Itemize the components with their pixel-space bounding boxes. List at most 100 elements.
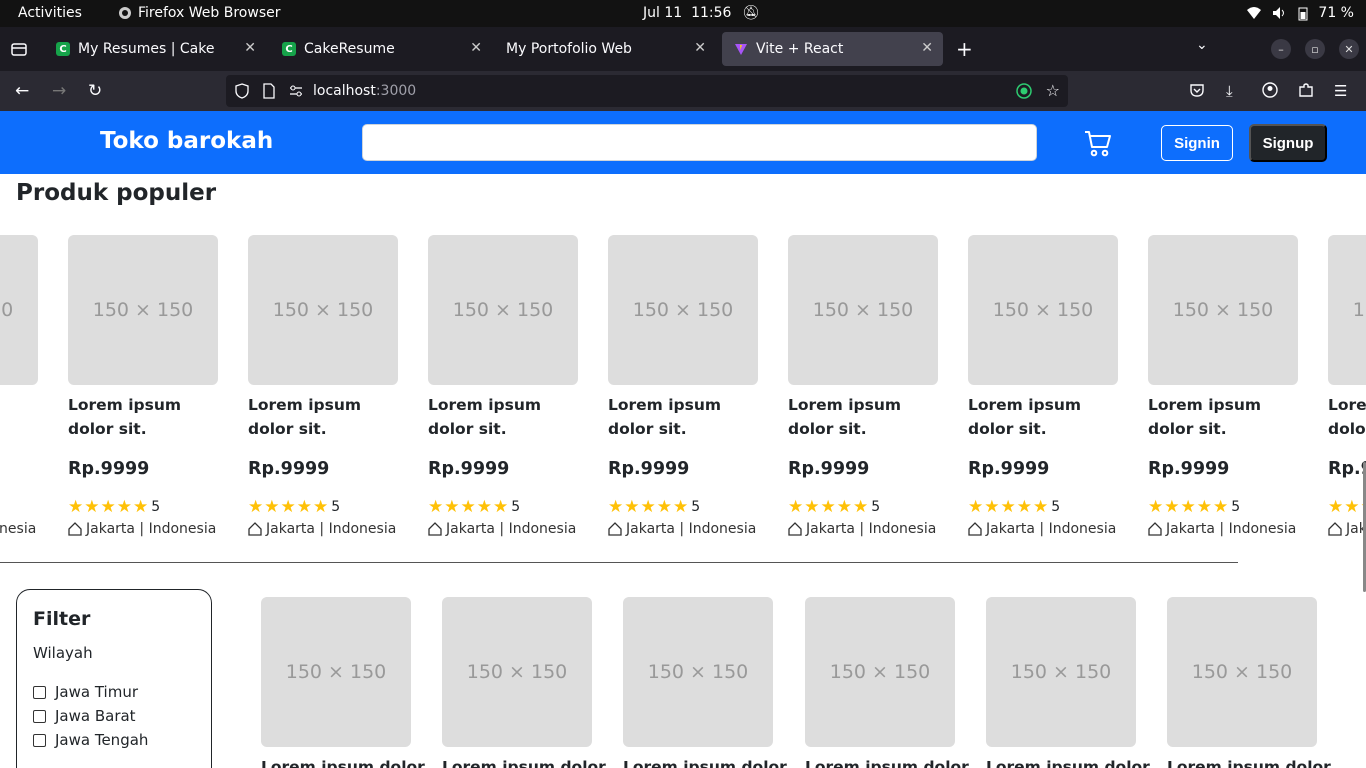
system-tray[interactable]: 71 % <box>1246 5 1354 21</box>
product-image-placeholder[interactable]: 150 × 150 <box>428 235 578 385</box>
product-name[interactable]: Lorem ipsum dolor <box>986 755 1150 768</box>
tab-portofolio[interactable]: My Portofolio Web ✕ <box>494 32 716 66</box>
product-name[interactable]: Lorem ipsum dolor sit. <box>968 393 1118 441</box>
checkbox[interactable] <box>33 733 46 747</box>
shopping-cart-icon[interactable] <box>1083 128 1113 158</box>
signup-button[interactable]: Signup <box>1249 124 1327 162</box>
filter-option-jawa-tengah[interactable]: Jawa Tengah <box>33 728 195 752</box>
product-name[interactable]: Lorem ipsum dolor <box>442 755 606 768</box>
product-image-placeholder[interactable]: 150 × 150 <box>0 235 38 385</box>
rating-stars-icon: ★★★★★ <box>248 497 330 517</box>
reload-icon[interactable]: ↻ <box>88 81 102 101</box>
close-tab-icon[interactable]: ✕ <box>694 40 706 56</box>
new-tab-button[interactable]: + <box>956 37 973 61</box>
product-card[interactable]: 150 × 150 Lorem ipsum dolor sit. Rp.9999 ★★… <box>428 235 578 537</box>
close-tab-icon[interactable]: ✕ <box>470 40 482 56</box>
product-card[interactable]: 150 × 150 Lorem ipsum dolor <box>442 597 606 768</box>
back-arrow-icon[interactable]: ← <box>15 81 29 101</box>
product-name[interactable]: Lorem ipsum dolor <box>261 755 425 768</box>
product-name[interactable]: Lorem ipsum dolor <box>1167 755 1331 768</box>
product-card[interactable]: 150 × 150 Lorem ipsum dolor sit. Rp.9999 ★★… <box>248 235 398 537</box>
filter-panel: Filter Wilayah Jawa Timur Jawa Barat Jaw… <box>16 589 212 768</box>
product-card[interactable]: 150 × 150 Lorem ipsum dolor sit. Rp.9999 ★★… <box>68 235 218 537</box>
product-rating: ★★★★★5 <box>68 497 161 517</box>
minimize-button[interactable]: – <box>1271 39 1291 59</box>
product-name[interactable]: Lorem ipsum dolor sit. <box>788 393 938 441</box>
list-all-tabs-chevron-icon[interactable]: ⌄ <box>1196 37 1208 53</box>
forward-arrow-icon[interactable]: → <box>52 81 66 101</box>
close-tab-icon[interactable]: ✕ <box>921 40 933 56</box>
product-card[interactable]: 150 × 150 Lorem ipsum dolor sit. Rp.9999 ★★… <box>1148 235 1298 537</box>
product-image-placeholder[interactable]: 150 × 150 <box>248 235 398 385</box>
divider <box>0 562 1238 563</box>
product-card[interactable]: 150 × 150 Lorem ipsum dolor <box>805 597 969 768</box>
restore-button[interactable]: ▫ <box>1305 39 1325 59</box>
page-icon[interactable] <box>262 83 276 99</box>
product-image-placeholder[interactable]: 150 × 150 <box>968 235 1118 385</box>
product-name[interactable]: Lorem ipsum dolor sit. <box>1148 393 1298 441</box>
product-name[interactable]: Lorem ipsum dolor sit. <box>0 393 38 441</box>
checkbox[interactable] <box>33 709 46 723</box>
pocket-icon[interactable] <box>1189 82 1205 98</box>
filter-option-jawa-timur[interactable]: Jawa Timur <box>33 680 195 704</box>
url-bar[interactable]: localhost:3000 ☆ <box>226 75 1068 107</box>
product-rating: ★★★★★5 <box>968 497 1061 517</box>
activities-button[interactable]: Activities <box>18 5 82 21</box>
product-image-placeholder[interactable]: 150 × 150 <box>608 235 758 385</box>
tab-my-resumes[interactable]: C My Resumes | Cake ✕ <box>44 32 266 66</box>
product-image-placeholder[interactable]: 150 × 150 <box>1328 235 1366 385</box>
location-home-icon <box>968 522 982 536</box>
product-price: Rp.9999 <box>788 459 870 479</box>
product-image-placeholder[interactable]: 150 × 150 <box>261 597 411 747</box>
bookmark-star-icon[interactable]: ☆ <box>1046 81 1060 100</box>
popular-products-carousel[interactable]: 150 × 150 Lorem ipsum dolor sit. Rp.9999 ★★… <box>0 235 1366 555</box>
product-name[interactable]: Lorem ipsum dolor <box>623 755 787 768</box>
rating-stars-icon: ★★★★★ <box>68 497 150 517</box>
clock[interactable]: Jul 11 11:56 <box>643 5 731 21</box>
product-card[interactable]: 150 × 150 Lorem ipsum dolor sit. Rp.9999 ★★… <box>968 235 1118 537</box>
product-card[interactable]: 150 × 150 Lorem ipsum dolor sit. Rp.9999 ★★… <box>0 235 38 537</box>
tab-cakeresume[interactable]: C CakeResume ✕ <box>270 32 492 66</box>
product-card[interactable]: 150 × 150 Lorem ipsum dolor sit. Rp.9999 ★★… <box>608 235 758 537</box>
product-card[interactable]: 150 × 150 Lorem ipsum dolor sit. Rp.9999 ★★… <box>788 235 938 537</box>
product-card[interactable]: 150 × 150 Lorem ipsum dolor <box>1167 597 1331 768</box>
product-image-placeholder[interactable]: 150 × 150 <box>788 235 938 385</box>
product-location: Jakarta | Indonesia <box>968 521 1118 537</box>
product-price: Rp.9999 <box>68 459 150 479</box>
firefox-view-icon[interactable] <box>10 40 28 58</box>
account-icon[interactable] <box>1262 82 1278 98</box>
checkbox[interactable] <box>33 685 46 699</box>
product-image-placeholder[interactable]: 150 × 150 <box>805 597 955 747</box>
product-name[interactable]: Lorem ipsum dolor sit. <box>1328 393 1366 441</box>
product-image-placeholder[interactable]: 150 × 150 <box>986 597 1136 747</box>
product-name[interactable]: Lorem ipsum dolor sit. <box>428 393 578 441</box>
product-image-placeholder[interactable]: 150 × 150 <box>1167 597 1317 747</box>
hamburger-menu-icon[interactable]: ☰ <box>1334 82 1347 100</box>
product-image-placeholder[interactable]: 150 × 150 <box>442 597 592 747</box>
extension-record-icon[interactable] <box>1016 83 1032 99</box>
filter-option-jawa-barat[interactable]: Jawa Barat <box>33 704 195 728</box>
brand-logo[interactable]: Toko barokah <box>100 128 273 154</box>
product-name[interactable]: Lorem ipsum dolor sit. <box>608 393 758 441</box>
product-image-placeholder[interactable]: 150 × 150 <box>68 235 218 385</box>
product-name[interactable]: Lorem ipsum dolor sit. <box>68 393 218 441</box>
product-card[interactable]: 150 × 150 Lorem ipsum dolor <box>623 597 787 768</box>
product-image-placeholder[interactable]: 150 × 150 <box>623 597 773 747</box>
search-input[interactable] <box>362 124 1037 161</box>
product-card[interactable]: 150 × 150 Lorem ipsum dolor <box>986 597 1150 768</box>
product-name[interactable]: Lorem ipsum dolor <box>805 755 969 768</box>
product-name[interactable]: Lorem ipsum dolor sit. <box>248 393 398 441</box>
product-card[interactable]: 150 × 150 Lorem ipsum dolor sit. Rp.9999 ★★… <box>1328 235 1366 537</box>
extensions-puzzle-icon[interactable] <box>1298 82 1314 98</box>
downloads-icon[interactable]: ⤓ <box>1226 82 1233 100</box>
shield-icon[interactable] <box>234 83 250 99</box>
signin-button[interactable]: Signin <box>1161 125 1233 161</box>
tab-vite-react[interactable]: Vite + React ✕ <box>722 32 943 66</box>
product-image-placeholder[interactable]: 150 × 150 <box>1148 235 1298 385</box>
close-window-button[interactable]: ✕ <box>1339 39 1359 59</box>
app-menu[interactable]: Firefox Web Browser <box>118 5 281 21</box>
product-card[interactable]: 150 × 150 Lorem ipsum dolor <box>261 597 425 768</box>
close-tab-icon[interactable]: ✕ <box>244 40 256 56</box>
system-top-bar: Activities Firefox Web Browser Jul 11 11… <box>0 0 1366 27</box>
permissions-icon[interactable] <box>288 84 304 98</box>
